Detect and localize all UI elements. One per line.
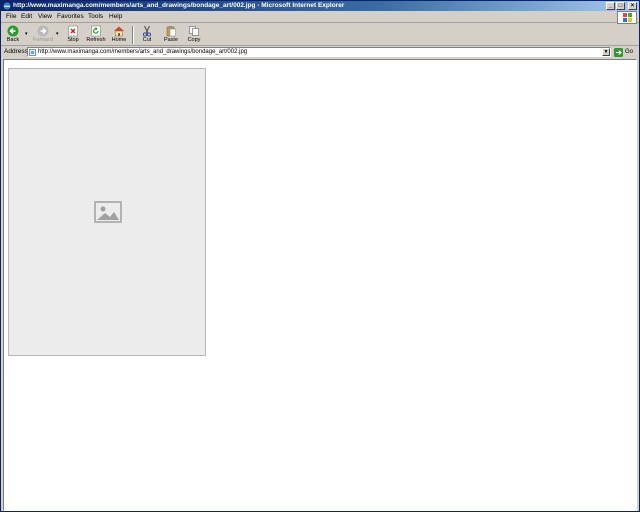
back-label: Back (6, 37, 20, 43)
address-bar: Address http://www.maximanga.com/members… (1, 46, 639, 58)
menu-help[interactable]: Help (109, 13, 122, 21)
home-label: Home (111, 37, 127, 43)
cut-label: Cut (142, 37, 152, 43)
address-label: Address (4, 48, 28, 55)
windows-logo-icon (617, 11, 637, 24)
close-button[interactable]: × (628, 2, 637, 10)
home-button[interactable]: Home (110, 25, 128, 45)
refresh-label: Refresh (86, 37, 106, 43)
window-controls: _ □ × (606, 2, 637, 10)
browser-window: http://www.maximanga.com/members/arts_an… (0, 0, 640, 512)
copy-icon (189, 26, 199, 36)
cut-button[interactable]: Cut (139, 25, 155, 45)
go-button[interactable]: Go (614, 47, 633, 57)
forward-label: Forward (32, 37, 54, 43)
copy-label: Copy (187, 37, 201, 43)
window-title: http://www.maximanga.com/members/arts_an… (13, 2, 345, 9)
ie-icon (3, 2, 11, 10)
menu-tools[interactable]: Tools (88, 13, 103, 21)
address-dropdown-button[interactable]: ▼ (602, 48, 610, 56)
minimize-button[interactable]: _ (606, 2, 615, 10)
toolbar-separator (132, 26, 134, 44)
paste-button[interactable]: Paste (161, 25, 181, 45)
refresh-button[interactable]: Refresh (85, 25, 107, 45)
back-arrow-icon (7, 25, 19, 37)
maximize-button[interactable]: □ (616, 2, 625, 10)
page-icon (29, 49, 36, 56)
stop-label: Stop (67, 37, 79, 43)
menu-bar: File Edit View Favorites Tools Help (1, 11, 639, 23)
clipboard-icon (166, 26, 176, 37)
home-icon (114, 26, 124, 37)
scissors-icon (142, 25, 152, 37)
address-input[interactable]: http://www.maximanga.com/members/arts_an… (27, 47, 611, 57)
image-placeholder (8, 68, 206, 356)
refresh-icon (91, 25, 101, 37)
standard-toolbar: Back ▾ Forward ▾ Stop Refresh Home Cut P… (1, 24, 639, 46)
title-bar[interactable]: http://www.maximanga.com/members/arts_an… (1, 1, 639, 11)
go-arrow-icon (614, 47, 623, 57)
menu-edit[interactable]: Edit (21, 13, 32, 21)
copy-button[interactable]: Copy (185, 25, 203, 45)
back-dropdown-arrow[interactable]: ▾ (25, 31, 28, 37)
forward-button[interactable]: Forward (31, 25, 55, 45)
menu-favorites[interactable]: Favorites (57, 13, 84, 21)
go-label: Go (625, 49, 634, 55)
back-button[interactable]: Back (4, 25, 22, 45)
stop-icon (68, 25, 78, 37)
menu-view[interactable]: View (38, 13, 52, 21)
forward-dropdown-arrow[interactable]: ▾ (56, 31, 59, 37)
forward-arrow-icon (37, 25, 49, 37)
menu-file[interactable]: File (6, 13, 16, 21)
page-viewport[interactable] (3, 59, 637, 511)
stop-button[interactable]: Stop (64, 25, 82, 45)
address-url: http://www.maximanga.com/members/arts_an… (38, 49, 248, 55)
image-icon (94, 201, 122, 223)
paste-label: Paste (163, 37, 179, 43)
